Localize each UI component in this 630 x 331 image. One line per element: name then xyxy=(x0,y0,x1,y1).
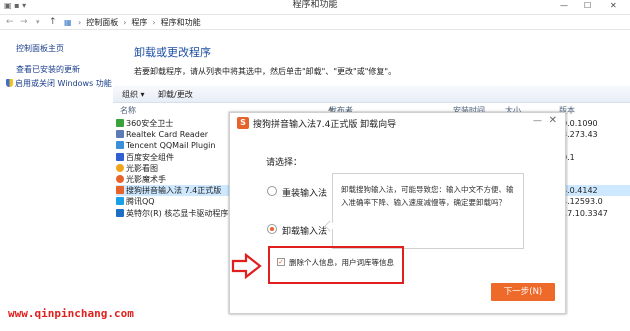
program-name: 百度安全组件 xyxy=(126,152,174,162)
minimize-icon[interactable]: — xyxy=(533,116,542,126)
app-icon xyxy=(116,208,124,217)
command-toolbar: 组织 ▾ 卸载/更改 xyxy=(113,86,630,103)
app-icon xyxy=(116,119,124,127)
minimize-icon[interactable]: — xyxy=(560,0,568,11)
reinstall-radio[interactable] xyxy=(267,186,277,196)
page-description: 若要卸载程序，请从列表中将其选中，然后单击"卸载"、"更改"或"修复"。 xyxy=(134,67,397,76)
breadcrumb-item[interactable]: 程序 xyxy=(131,16,147,29)
column-name[interactable]: 名称 xyxy=(120,105,136,116)
forward-arrow-icon[interactable]: → xyxy=(20,16,28,29)
windows-features-link[interactable]: 启用或关闭 Windows 功能 xyxy=(6,78,112,89)
sogou-logo-icon: S xyxy=(237,117,249,129)
breadcrumb-separator-icon: › xyxy=(123,18,127,27)
program-name: 光影看图 xyxy=(126,163,158,173)
app-icon xyxy=(116,152,124,161)
uninstall-radio[interactable] xyxy=(267,224,277,234)
uninstall-label[interactable]: 卸载输入法 xyxy=(282,224,327,237)
breadcrumb-separator-icon: › xyxy=(152,18,156,27)
control-panel-home-link[interactable]: 控制面板主页 xyxy=(16,43,64,54)
breadcrumb-item[interactable]: 控制面板 xyxy=(86,16,118,29)
dialog-title: 搜狗拼音输入法7.4正式版 卸载向导 xyxy=(253,120,397,130)
breadcrumb-separator-icon: › xyxy=(78,18,82,27)
organize-button[interactable]: 组织 ▾ xyxy=(122,89,145,100)
up-arrow-icon[interactable]: ↑ xyxy=(49,16,57,29)
page-title: 卸载或更改程序 xyxy=(134,46,211,59)
program-version: 4.12593.0 xyxy=(562,197,603,207)
program-name: 搜狗拼音输入法 7.4正式版 xyxy=(126,186,222,196)
close-icon[interactable]: ✕ xyxy=(610,0,617,11)
window-titlebar: ▣ ▪ ▾ 程序和功能 — ☐ ✕ xyxy=(0,0,630,11)
reinstall-label[interactable]: 重装输入法 xyxy=(282,186,327,199)
windows-features-label: 启用或关闭 Windows 功能 xyxy=(15,79,112,88)
program-name: 光影魔术手 xyxy=(126,174,166,184)
uninstall-wizard-dialog: S 搜狗拼音输入法7.4正式版 卸载向导 — ✕ 请选择： 重装输入法 卸载输入… xyxy=(229,112,566,314)
app-icon xyxy=(116,163,124,172)
uninstall-change-button[interactable]: 卸载/更改 xyxy=(158,89,193,100)
app-icon xyxy=(116,130,124,139)
delete-personal-info-checkbox[interactable]: ✓ xyxy=(277,258,285,266)
breadcrumb-item[interactable]: 程序和功能 xyxy=(161,16,201,29)
program-version: 17.10.3347 xyxy=(562,208,608,218)
program-name: Tencent QQMail Plugin xyxy=(126,141,216,151)
shield-icon xyxy=(6,79,13,87)
breadcrumb: › 控制面板 › 程序 › 程序和功能 xyxy=(78,16,201,29)
window-title: 程序和功能 xyxy=(292,0,338,10)
maximize-icon[interactable]: ☐ xyxy=(584,0,591,11)
dialog-titlebar: S 搜狗拼音输入法7.4正式版 卸载向导 — ✕ xyxy=(230,113,565,133)
app-icon xyxy=(116,186,124,195)
program-name: 英特尔(R) 核芯显卡驱动程序 xyxy=(126,208,229,218)
next-button[interactable]: 下一步(N) xyxy=(491,283,555,301)
control-panel-icon: ▦ xyxy=(64,18,72,27)
back-arrow-icon[interactable]: ← xyxy=(6,16,14,29)
left-nav-pane: 控制面板主页 查看已安装的更新 启用或关闭 Windows 功能 xyxy=(0,31,112,331)
program-name: Realtek Card Reader xyxy=(126,130,209,140)
view-installed-updates-link[interactable]: 查看已安装的更新 xyxy=(16,64,80,75)
watermark: www.qinpinchang.com xyxy=(8,307,134,320)
app-icon xyxy=(116,197,124,206)
annotation-arrow-icon xyxy=(231,253,262,279)
delete-personal-info-label[interactable]: 删除个人信息，用户词库等信息 xyxy=(289,257,394,268)
quick-access-toolbar[interactable]: ▣ ▪ ▾ xyxy=(4,0,26,11)
recent-pages-chevron-icon[interactable]: ▾ xyxy=(36,16,40,29)
app-icon xyxy=(116,174,124,183)
close-icon[interactable]: ✕ xyxy=(549,115,557,126)
app-icon xyxy=(116,141,124,150)
program-name: 360安全卫士 xyxy=(126,119,174,128)
program-name: 腾讯QQ xyxy=(126,197,155,207)
address-bar: ← → ▾ ↑ ▦ › 控制面板 › 程序 › 程序和功能 xyxy=(0,14,630,30)
uninstall-warning-box: 卸载搜狗输入法，可能导致您：输入中文不方便、输入准确率下降、输入速度减慢等，确定… xyxy=(332,173,524,249)
choose-prompt: 请选择： xyxy=(266,158,303,168)
